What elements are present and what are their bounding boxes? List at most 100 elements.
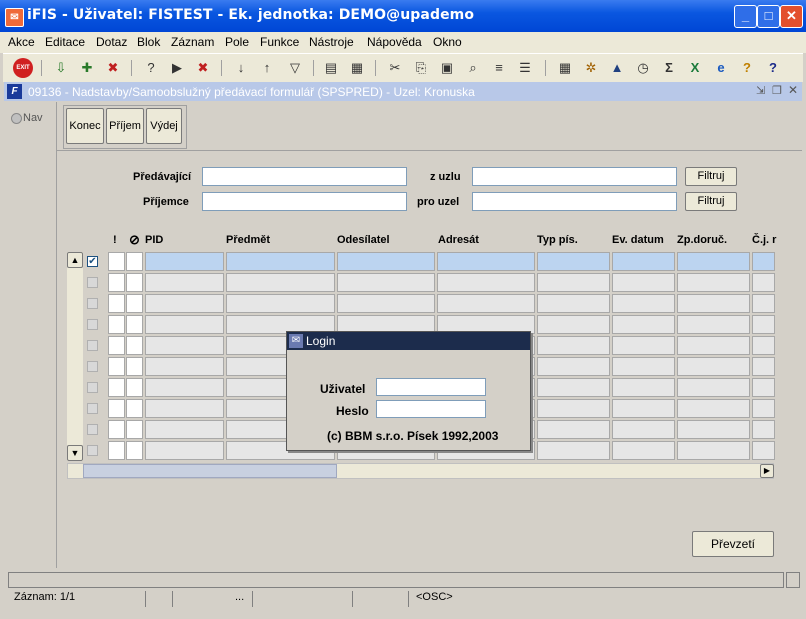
sort-asc-icon[interactable]: ↓ xyxy=(231,58,251,78)
grid-cell[interactable] xyxy=(612,315,675,334)
grid-cell[interactable] xyxy=(126,357,143,376)
menu-napoveda[interactable]: Nápověda xyxy=(367,35,422,49)
grid-cell[interactable] xyxy=(537,441,610,460)
grid-cell[interactable] xyxy=(752,441,775,460)
list-values-icon[interactable]: ☰ xyxy=(515,58,535,78)
menu-okno[interactable]: Okno xyxy=(433,35,462,49)
grid-cell[interactable] xyxy=(677,252,750,271)
query-icon[interactable]: ? xyxy=(141,58,161,78)
menu-blok[interactable]: Blok xyxy=(137,35,160,49)
grid-cell[interactable] xyxy=(537,252,610,271)
grid-cell[interactable] xyxy=(612,336,675,355)
internet-icon[interactable]: e xyxy=(711,58,731,78)
menu-dotaz[interactable]: Dotaz xyxy=(96,35,127,49)
sort-desc-icon[interactable]: ↑ xyxy=(257,58,277,78)
grid-cell[interactable] xyxy=(337,273,435,292)
row-checkbox[interactable] xyxy=(87,424,98,435)
konec-button[interactable]: Konec xyxy=(66,108,104,144)
filtruj-button-2[interactable]: Filtruj xyxy=(685,192,737,211)
cut-icon[interactable]: ✂ xyxy=(385,58,405,78)
copy-icon[interactable]: ⎘ xyxy=(411,58,431,78)
grid-cell[interactable] xyxy=(677,378,750,397)
form-restore-icon[interactable]: ❐ xyxy=(772,84,782,97)
cancel-query-icon[interactable]: ✖ xyxy=(193,58,213,78)
row-checkbox[interactable] xyxy=(87,298,98,309)
grid-cell[interactable] xyxy=(537,294,610,313)
grid-cell[interactable] xyxy=(752,294,775,313)
grid-cell[interactable] xyxy=(752,357,775,376)
print-preview-icon[interactable]: ▦ xyxy=(347,58,367,78)
grid-cell[interactable] xyxy=(226,252,335,271)
grid-cell[interactable] xyxy=(145,420,224,439)
grid-cell[interactable] xyxy=(537,273,610,292)
save-icon[interactable]: ⇩ xyxy=(51,58,71,78)
grid-cell[interactable] xyxy=(437,294,535,313)
enter-query-icon[interactable]: ▶ xyxy=(167,58,187,78)
grid-cell[interactable] xyxy=(145,252,224,271)
form-close-icon[interactable]: ✕ xyxy=(788,83,798,97)
login-password-input[interactable] xyxy=(376,400,486,418)
grid-cell[interactable] xyxy=(677,441,750,460)
form-minimize-icon[interactable]: ⇲ xyxy=(756,84,765,97)
grid-cell[interactable] xyxy=(126,294,143,313)
filter-icon[interactable]: ▽ xyxy=(285,58,305,78)
grid-cell[interactable] xyxy=(126,378,143,397)
grid-cell[interactable] xyxy=(126,273,143,292)
grid-cell[interactable] xyxy=(108,315,125,334)
grid-cell[interactable] xyxy=(677,294,750,313)
grid-cell[interactable] xyxy=(612,357,675,376)
predavajici-input[interactable] xyxy=(202,167,407,186)
pro-uzel-input[interactable] xyxy=(472,192,677,211)
grid-cell[interactable] xyxy=(108,294,125,313)
grid-cell[interactable] xyxy=(752,378,775,397)
grid-cell[interactable] xyxy=(145,294,224,313)
settings-icon[interactable]: ✲ xyxy=(581,58,601,78)
grid-cell[interactable] xyxy=(437,273,535,292)
row-checkbox[interactable] xyxy=(87,382,98,393)
row-checkbox[interactable] xyxy=(87,445,98,456)
grid-cell[interactable] xyxy=(612,441,675,460)
grid-cell[interactable] xyxy=(612,399,675,418)
grid-cell[interactable] xyxy=(677,357,750,376)
grid-cell[interactable] xyxy=(677,399,750,418)
grid-cell[interactable] xyxy=(752,315,775,334)
grid-cell[interactable] xyxy=(108,357,125,376)
grid-cell[interactable] xyxy=(752,420,775,439)
delete-record-icon[interactable]: ✖ xyxy=(103,58,123,78)
z-uzlu-input[interactable] xyxy=(472,167,677,186)
vydej-button[interactable]: Výdej xyxy=(146,108,182,144)
grid-cell[interactable] xyxy=(537,315,610,334)
grid-cell[interactable] xyxy=(537,357,610,376)
grid-cell[interactable] xyxy=(108,273,125,292)
menu-nastroje[interactable]: Nástroje xyxy=(309,35,354,49)
grid-cell[interactable] xyxy=(145,336,224,355)
grid-cell[interactable] xyxy=(145,399,224,418)
grid-cell[interactable] xyxy=(612,378,675,397)
grid-cell[interactable] xyxy=(752,336,775,355)
grid-cell[interactable] xyxy=(108,441,125,460)
prevzeti-button[interactable]: Převzetí xyxy=(692,531,774,557)
excel-icon[interactable]: X xyxy=(685,58,705,78)
nav-radio-icon[interactable] xyxy=(11,113,22,124)
grid-cell[interactable] xyxy=(108,378,125,397)
grid-cell[interactable] xyxy=(612,420,675,439)
calculator-icon[interactable]: ▦ xyxy=(555,58,575,78)
sum-icon[interactable]: Σ xyxy=(659,58,679,78)
mountain-icon[interactable]: ▲ xyxy=(607,58,627,78)
grid-cell[interactable] xyxy=(126,420,143,439)
vertical-scrollbar[interactable] xyxy=(67,252,83,461)
grid-cell[interactable] xyxy=(145,315,224,334)
prijem-button[interactable]: Příjem xyxy=(106,108,144,144)
grid-cell[interactable] xyxy=(226,294,335,313)
list-icon[interactable]: ≡ xyxy=(489,58,509,78)
scroll-down-icon[interactable]: ▼ xyxy=(67,445,83,461)
grid-cell[interactable] xyxy=(752,252,775,271)
menu-zaznam[interactable]: Záznam xyxy=(171,35,214,49)
menu-editace[interactable]: Editace xyxy=(45,35,85,49)
scroll-up-icon[interactable]: ▲ xyxy=(67,252,83,268)
grid-cell[interactable] xyxy=(126,441,143,460)
horizontal-scroll-thumb[interactable] xyxy=(83,464,337,478)
grid-cell[interactable] xyxy=(752,273,775,292)
grid-cell[interactable] xyxy=(108,399,125,418)
minimize-button[interactable]: _ xyxy=(734,5,757,28)
